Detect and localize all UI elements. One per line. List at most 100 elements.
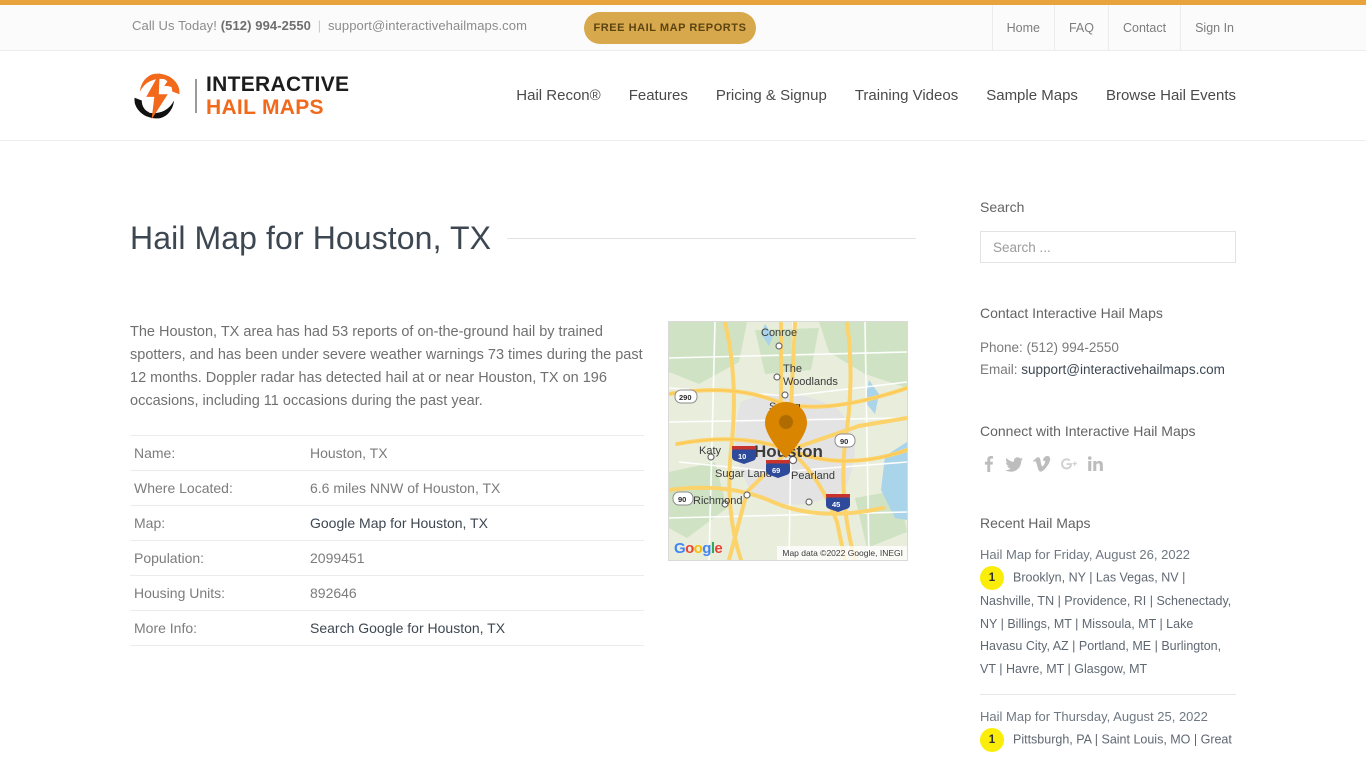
svg-text:The: The xyxy=(783,363,802,375)
twitter-icon[interactable] xyxy=(1005,455,1024,473)
svg-text:Richmond: Richmond xyxy=(693,495,743,507)
nav-item-pricing-signup[interactable]: Pricing & Signup xyxy=(716,87,827,104)
recent-hail-map-cities: 1 Pittsburgh, PA | Saint Louis, MO | Grea… xyxy=(980,728,1236,752)
topbar-contact-info: Call Us Today! (512) 994-2550 | support@… xyxy=(132,18,527,33)
call-us-label: Call Us Today! xyxy=(132,18,217,33)
table-row: Population: 2099451 xyxy=(130,540,644,576)
logo-text-interactive: INTERACTIVE xyxy=(206,72,350,96)
phone-number[interactable]: (512) 994-2550 xyxy=(221,18,311,33)
table-row: Name: Houston, TX xyxy=(130,435,644,471)
contact-phone-line: Phone: (512) 994-2550 xyxy=(980,340,1119,355)
location-summary-paragraph: The Houston, TX area has had 53 reports … xyxy=(130,323,643,409)
table-row: Housing Units: 892646 xyxy=(130,575,644,611)
facebook-icon[interactable] xyxy=(980,455,996,473)
svg-text:45: 45 xyxy=(832,500,840,509)
static-map-wrapper: Conroe The Woodlands Spring Katy Houston… xyxy=(668,320,908,646)
recent-hail-map-date-link[interactable]: Hail Map for Thursday, August 25, 2022 xyxy=(980,709,1236,724)
sidebar-search-widget: Search xyxy=(980,199,1236,263)
svg-text:Sugar Land: Sugar Land xyxy=(715,468,772,480)
sidebar-social-widget: Connect with Interactive Hail Maps xyxy=(980,423,1236,473)
page-body: Hail Map for Houston, TX The Houston, TX… xyxy=(130,141,1236,768)
search-google-link[interactable]: Search Google for Houston, TX xyxy=(310,620,505,636)
list-item: Hail Map for Thursday, August 25, 2022 1… xyxy=(980,694,1236,766)
status-badge: 1 xyxy=(980,728,1004,752)
sidebar-recent-hail-maps-widget: Recent Hail Maps Hail Map for Friday, Au… xyxy=(980,515,1236,766)
title-divider-rule xyxy=(507,238,916,240)
search-heading: Search xyxy=(980,199,1025,215)
svg-text:10: 10 xyxy=(738,452,746,461)
nav-item-hail-recon[interactable]: Hail Recon® xyxy=(516,87,600,104)
google-watermark: Google xyxy=(674,539,723,557)
hail-maps-compass-icon xyxy=(130,70,184,122)
primary-nav: Hail Recon® Features Pricing & Signup Tr… xyxy=(516,87,1236,104)
location-details-column: The Houston, TX area has had 53 reports … xyxy=(130,321,644,646)
page-title-row: Hail Map for Houston, TX xyxy=(130,199,916,279)
logo-divider xyxy=(195,78,197,113)
site-header: INTERACTIVE HAIL MAPS Hail Recon® Featur… xyxy=(0,51,1366,141)
utility-topbar: Call Us Today! (512) 994-2550 | support@… xyxy=(0,5,1366,51)
fact-key: Name: xyxy=(134,444,176,461)
page-title: Hail Map for Houston, TX xyxy=(130,220,492,257)
linkedin-icon[interactable] xyxy=(1087,455,1103,473)
site-logo[interactable]: INTERACTIVE HAIL MAPS xyxy=(130,70,349,122)
recent-hail-map-date-link[interactable]: Hail Map for Friday, August 26, 2022 xyxy=(980,547,1236,562)
logo-text-hail-maps: HAIL MAPS xyxy=(206,95,324,119)
svg-text:69: 69 xyxy=(772,466,780,475)
free-hail-map-reports-button[interactable]: FREE HAIL MAP REPORTS xyxy=(584,12,756,44)
social-icon-row xyxy=(980,455,1236,473)
status-badge: 1 xyxy=(980,566,1004,590)
fact-key: Map: xyxy=(134,514,166,531)
nav-item-features[interactable]: Features xyxy=(629,87,688,104)
svg-text:90: 90 xyxy=(678,495,686,504)
fact-key: Where Located: xyxy=(134,479,233,496)
email-label: Email: xyxy=(980,362,1018,377)
vimeo-icon[interactable] xyxy=(1033,455,1051,473)
nav-item-sample-maps[interactable]: Sample Maps xyxy=(986,87,1078,104)
search-input[interactable] xyxy=(980,231,1236,263)
svg-text:Pearland: Pearland xyxy=(791,470,835,482)
fact-value: Google Map for Houston, TX xyxy=(306,505,644,540)
svg-text:Woodlands: Woodlands xyxy=(783,376,838,388)
recent-hail-map-cities: 1 Brooklyn, NY | Las Vegas, NV | Nashvill… xyxy=(980,566,1236,680)
connect-heading: Connect with Interactive Hail Maps xyxy=(980,423,1196,439)
contact-separator: | xyxy=(317,18,322,33)
main-content: Hail Map for Houston, TX The Houston, TX… xyxy=(130,199,916,768)
sidebar-support-email-link[interactable]: support@interactivehailmaps.com xyxy=(1021,362,1225,377)
recent-cities-text[interactable]: Pittsburgh, PA | Saint Louis, MO | Great xyxy=(1013,732,1232,746)
svg-text:290: 290 xyxy=(679,393,692,402)
fact-value: 6.6 miles NNW of Houston, TX xyxy=(310,479,501,496)
houston-static-map[interactable]: Conroe The Woodlands Spring Katy Houston… xyxy=(668,320,908,561)
support-email-link[interactable]: support@interactivehailmaps.com xyxy=(328,18,527,33)
topnav-item-sign-in[interactable]: Sign In xyxy=(1180,5,1236,50)
recent-hail-maps-heading: Recent Hail Maps xyxy=(980,515,1091,531)
topnav-item-faq[interactable]: FAQ xyxy=(1053,5,1108,50)
topnav-item-home[interactable]: Home xyxy=(991,5,1054,50)
fact-value: Search Google for Houston, TX xyxy=(306,610,644,645)
table-row: Where Located: 6.6 miles NNW of Houston,… xyxy=(130,470,644,506)
google-map-link[interactable]: Google Map for Houston, TX xyxy=(310,515,488,531)
recent-cities-text[interactable]: Brooklyn, NY | Las Vegas, NV | Nashville… xyxy=(980,570,1231,675)
utility-nav: Home FAQ Contact Sign In xyxy=(991,5,1236,50)
facts-table-body: Name: Houston, TX Where Located: 6.6 mil… xyxy=(130,435,644,646)
location-facts-table: Name: Houston, TX Where Located: 6.6 mil… xyxy=(130,435,644,646)
contact-email-line: Email: support@interactivehailmaps.com xyxy=(980,359,1236,381)
nav-item-training-videos[interactable]: Training Videos xyxy=(855,87,958,104)
googleplus-icon[interactable] xyxy=(1060,455,1078,473)
fact-value: 892646 xyxy=(310,584,357,601)
sidebar-contact-widget: Contact Interactive Hail Maps Phone: (51… xyxy=(980,305,1236,381)
table-row: More Info: Search Google for Houston, TX xyxy=(130,610,644,646)
fact-key: More Info: xyxy=(134,619,198,636)
list-item: Hail Map for Friday, August 26, 2022 1 Br… xyxy=(980,547,1236,694)
contact-heading: Contact Interactive Hail Maps xyxy=(980,305,1163,321)
map-attribution: Map data ©2022 Google, INEGI xyxy=(777,545,907,560)
fact-value: Houston, TX xyxy=(310,444,388,461)
table-row: Map: Google Map for Houston, TX xyxy=(130,505,644,541)
svg-text:Katy: Katy xyxy=(699,445,722,457)
sidebar: Search Contact Interactive Hail Maps Pho… xyxy=(980,199,1236,768)
fact-key: Housing Units: xyxy=(134,584,226,601)
svg-text:Conroe: Conroe xyxy=(761,327,797,339)
topnav-item-contact[interactable]: Contact xyxy=(1107,5,1180,50)
svg-text:90: 90 xyxy=(840,437,848,446)
fact-key: Population: xyxy=(134,549,205,566)
nav-item-browse-hail-events[interactable]: Browse Hail Events xyxy=(1106,87,1236,104)
